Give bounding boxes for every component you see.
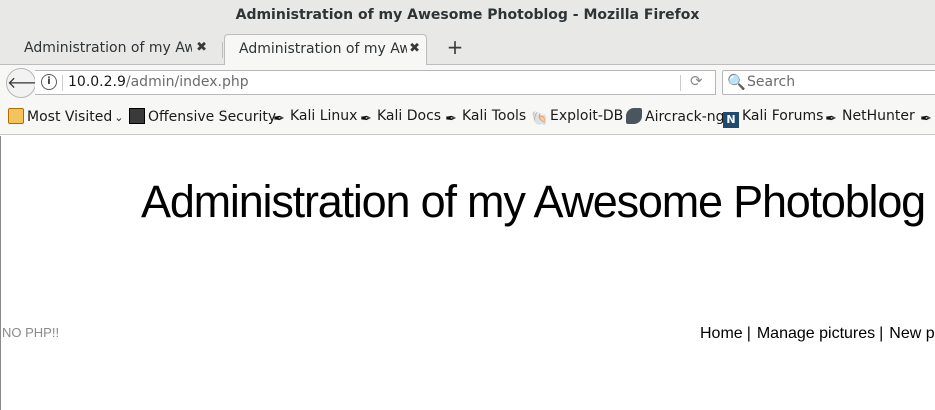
close-icon[interactable]: ✖ bbox=[196, 40, 207, 55]
menu-separator: | bbox=[746, 325, 751, 342]
url-divider-end bbox=[680, 75, 681, 91]
exploit-db-icon: 🐚 bbox=[531, 111, 549, 127]
search-icon: 🔍 bbox=[727, 73, 746, 91]
menu-separator: | bbox=[879, 325, 884, 342]
bookmark-label: Kali Linux bbox=[290, 108, 358, 124]
offsec-icon bbox=[129, 108, 145, 124]
bookmark-label: Exploit-DB bbox=[550, 108, 624, 124]
page-title: Administration of my Awesome Photoblog bbox=[141, 176, 926, 227]
tab-strip: Administration of my Awesome Photoblog ✖… bbox=[0, 32, 935, 66]
page-content: Administration of my Awesome Photoblog N… bbox=[0, 136, 935, 410]
bookmark-label: NetHunter bbox=[842, 108, 915, 124]
search-placeholder: Search bbox=[747, 74, 796, 90]
chevron-down-icon: ⌄ bbox=[114, 111, 124, 124]
tab-label: Administration of my Awesome Photoblog bbox=[24, 40, 192, 56]
url-host: 10.0.2.9 bbox=[68, 74, 126, 90]
close-icon[interactable]: ✖ bbox=[409, 41, 420, 56]
menu-manage-pictures-link[interactable]: Manage pictures bbox=[757, 325, 875, 342]
navigation-toolbar: 🡐 i 10.0.2.9/admin/index.php ⟳ 🔍 Search bbox=[0, 65, 935, 99]
url-text[interactable]: 10.0.2.9/admin/index.php bbox=[68, 74, 249, 90]
kali-dragon-icon: ✒ bbox=[920, 111, 932, 127]
bookmark-overflow[interactable]: ✒ bbox=[918, 108, 935, 127]
bookmark-kali-forums[interactable]: N Kali Forums bbox=[723, 108, 823, 128]
admin-menu: Home|Manage pictures|New picture bbox=[700, 325, 935, 343]
folder-icon bbox=[8, 108, 24, 124]
kali-dragon-icon: ✒ bbox=[360, 111, 372, 127]
bookmark-offensive-security[interactable]: Offensive Security bbox=[129, 108, 276, 125]
bookmark-label: Kali Tools bbox=[462, 108, 527, 124]
url-path: /admin/index.php bbox=[125, 74, 249, 90]
bookmark-label: Offensive Security bbox=[148, 109, 277, 125]
url-bar[interactable]: i 10.0.2.9/admin/index.php ⟳ bbox=[35, 70, 716, 95]
url-divider bbox=[62, 75, 63, 91]
aircrack-icon bbox=[626, 108, 642, 124]
menu-new-picture-link[interactable]: New picture bbox=[889, 325, 935, 342]
bookmark-kali-linux[interactable]: ✒ Kali Linux bbox=[271, 108, 357, 127]
tab-1[interactable]: Administration of my Awesome Photoblog ✖ bbox=[10, 34, 213, 65]
bookmarks-toolbar: Most Visited ⌄ Offensive Security ✒ Kali L… bbox=[0, 99, 935, 135]
info-icon[interactable]: i bbox=[41, 74, 57, 90]
bookmark-kali-tools[interactable]: ✒ Kali Tools bbox=[443, 108, 526, 127]
tab-separator bbox=[222, 42, 223, 58]
menu-home-link[interactable]: Home bbox=[700, 325, 743, 342]
bookmark-label: Kali Docs bbox=[377, 108, 442, 124]
kali-dragon-icon: ✒ bbox=[445, 111, 457, 127]
bookmark-label: Kali Forums bbox=[742, 108, 824, 124]
window-titlebar: Administration of my Awesome Photoblog -… bbox=[0, 0, 935, 32]
bookmark-label: Aircrack-ng bbox=[645, 109, 725, 125]
kali-forums-icon: N bbox=[723, 112, 739, 128]
bookmark-aircrack-ng[interactable]: Aircrack-ng bbox=[626, 108, 725, 125]
kali-dragon-icon: ✒ bbox=[273, 111, 285, 127]
reload-icon[interactable]: ⟳ bbox=[690, 72, 703, 90]
new-tab-plus-icon[interactable]: + bbox=[444, 36, 466, 58]
bookmark-nethunter[interactable]: ✒ NetHunter bbox=[823, 108, 915, 127]
no-php-note: NO PHP!! bbox=[2, 325, 60, 340]
bookmark-exploit-db[interactable]: 🐚 Exploit-DB bbox=[531, 108, 623, 127]
tab-label: Administration of my Awesome Photoblog bbox=[239, 41, 407, 57]
bookmark-kali-docs[interactable]: ✒ Kali Docs bbox=[358, 108, 441, 127]
back-arrow-icon[interactable]: 🡐 bbox=[6, 68, 50, 98]
kali-dragon-icon: ✒ bbox=[825, 111, 837, 127]
bookmark-label: Most Visited bbox=[27, 109, 113, 125]
search-input[interactable]: 🔍 Search bbox=[722, 70, 935, 95]
bookmark-most-visited[interactable]: Most Visited ⌄ bbox=[8, 108, 123, 125]
window-title: Administration of my Awesome Photoblog -… bbox=[235, 7, 700, 23]
tab-2-active[interactable]: Administration of my Awesome Photoblog ✖ bbox=[224, 34, 427, 66]
